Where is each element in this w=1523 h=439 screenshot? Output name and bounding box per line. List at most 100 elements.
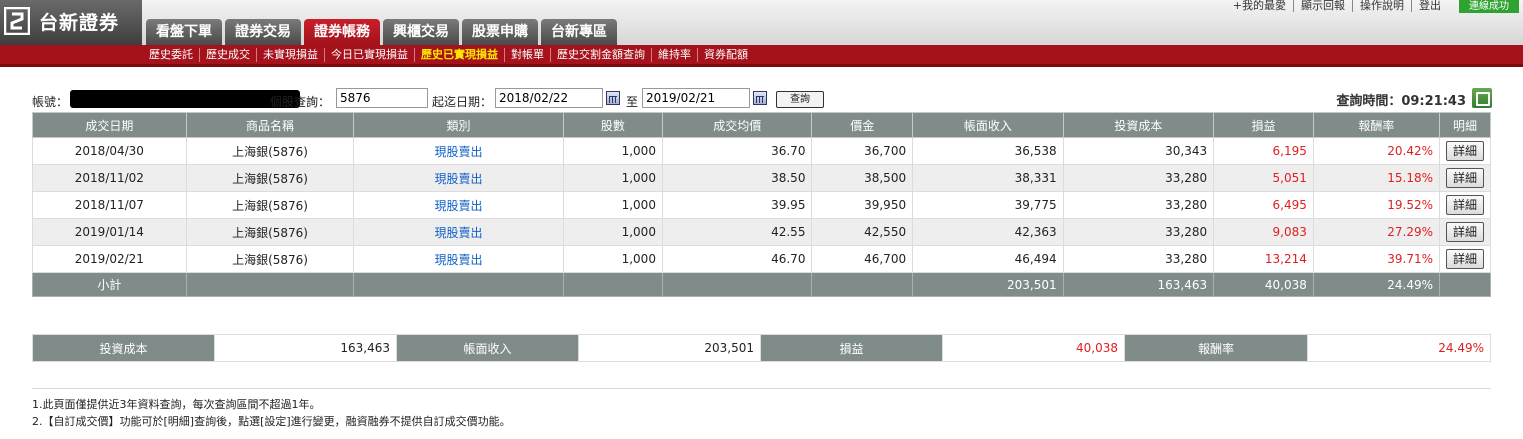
detail-button[interactable]: 詳細 xyxy=(1446,249,1484,269)
end-date-input[interactable] xyxy=(642,88,750,108)
tab-taishin-zone[interactable]: 台新專區 xyxy=(541,19,617,45)
end-calendar-icon[interactable] xyxy=(753,91,767,105)
subnav-statement[interactable]: 對帳單 xyxy=(505,48,551,62)
detail-cell: 詳細 xyxy=(1439,218,1491,246)
avg-price: 36.70 xyxy=(661,137,813,165)
book-income: 39,775 xyxy=(912,191,1064,219)
trade-type-link[interactable]: 現股賣出 xyxy=(353,218,564,246)
query-bar: 帳號： 個股查詢： 起迄日期： 至 查詢 查詢時間：09:21:43 xyxy=(32,88,1492,112)
excel-export-icon[interactable] xyxy=(1472,88,1492,108)
subtotal-return-rate: 24.49% xyxy=(1312,272,1441,297)
brand-area: 台新證券 xyxy=(0,0,142,45)
help-link[interactable]: 操作說明 xyxy=(1353,0,1412,12)
start-date-input[interactable] xyxy=(495,88,603,108)
subnav-history-trades[interactable]: 歷史成交 xyxy=(200,48,257,62)
account-redacted xyxy=(70,90,300,108)
start-calendar-icon[interactable] xyxy=(606,91,620,105)
book-income: 42,363 xyxy=(912,218,1064,246)
subtotal-pnl: 40,038 xyxy=(1213,272,1314,297)
product-name: 上海銀(5876) xyxy=(185,164,355,192)
divider xyxy=(32,388,1491,389)
investment-cost: 33,280 xyxy=(1062,191,1215,219)
trade-date: 2018/11/07 xyxy=(32,191,187,219)
subnav-settlement-query[interactable]: 歷史交割金額查詢 xyxy=(551,48,652,62)
pnl: 5,051 xyxy=(1213,164,1314,192)
summary-row: 投資成本 163,463 帳面收入 203,501 損益 40,038 報酬率 … xyxy=(32,334,1491,362)
detail-button[interactable]: 詳細 xyxy=(1446,222,1484,242)
col-detail: 明細 xyxy=(1439,112,1491,138)
detail-button[interactable]: 詳細 xyxy=(1446,168,1484,188)
return-rate: 20.42% xyxy=(1312,137,1441,165)
book-income: 46,494 xyxy=(912,245,1064,273)
table-header-row: 成交日期 商品名稱 類別 股數 成交均價 價金 帳面收入 投資成本 損益 報酬率… xyxy=(32,112,1491,138)
subnav-maintenance-ratio[interactable]: 維持率 xyxy=(652,48,698,62)
pnl: 13,214 xyxy=(1213,245,1314,273)
table-row: 2019/02/21 上海銀(5876) 現股賣出 1,000 46.70 46… xyxy=(32,245,1491,273)
summary-table: 投資成本 163,463 帳面收入 203,501 損益 40,038 報酬率 … xyxy=(32,334,1491,362)
tab-ipo-subscription[interactable]: 股票申購 xyxy=(462,19,538,45)
pnl: 6,195 xyxy=(1213,137,1314,165)
brand-name: 台新證券 xyxy=(39,12,120,34)
subtotal-label: 小計 xyxy=(32,272,187,297)
avg-price: 38.50 xyxy=(661,164,813,192)
tab-securities-account[interactable]: 證券帳務 xyxy=(304,19,380,45)
trade-type-link[interactable]: 現股賣出 xyxy=(353,245,564,273)
subnav-history-orders[interactable]: 歷史委託 xyxy=(143,48,200,62)
investment-cost: 30,343 xyxy=(1062,137,1215,165)
shares: 1,000 xyxy=(562,191,663,219)
amount: 39,950 xyxy=(811,191,914,219)
pnl: 6,495 xyxy=(1213,191,1314,219)
query-button[interactable]: 查詢 xyxy=(776,91,824,108)
summary-pnl-value: 40,038 xyxy=(942,334,1125,362)
sub-nav: 歷史委託 歷史成交 未實現損益 今日已實現損益 歷史已實現損益 對帳單 歷史交割… xyxy=(0,45,1523,67)
tab-securities-trading[interactable]: 證券交易 xyxy=(225,19,301,45)
detail-button[interactable]: 詳細 xyxy=(1446,141,1484,161)
product-name: 上海銀(5876) xyxy=(185,245,355,273)
tab-emerging-stock[interactable]: 興櫃交易 xyxy=(383,19,459,45)
stock-query-input[interactable] xyxy=(336,88,428,108)
add-favorite-link[interactable]: +我的最愛 xyxy=(1226,0,1294,12)
detail-cell: 詳細 xyxy=(1439,164,1491,192)
product-name: 上海銀(5876) xyxy=(185,137,355,165)
trade-type-link[interactable]: 現股賣出 xyxy=(353,137,564,165)
subnav-unrealized-pnl[interactable]: 未實現損益 xyxy=(257,48,325,62)
col-trade-date: 成交日期 xyxy=(32,112,187,138)
trade-type-link[interactable]: 現股賣出 xyxy=(353,191,564,219)
subnav-margin-quota[interactable]: 資券配額 xyxy=(698,48,754,62)
realized-pnl-table: 成交日期 商品名稱 類別 股數 成交均價 價金 帳面收入 投資成本 損益 報酬率… xyxy=(32,112,1491,297)
logout-link[interactable]: 登出 xyxy=(1412,0,1448,12)
col-book-income: 帳面收入 xyxy=(912,112,1064,138)
col-amount: 價金 xyxy=(811,112,914,138)
table-row: 2018/11/07 上海銀(5876) 現股賣出 1,000 39.95 39… xyxy=(32,191,1491,219)
shares: 1,000 xyxy=(562,218,663,246)
col-product: 商品名稱 xyxy=(185,112,355,138)
detail-button[interactable]: 詳細 xyxy=(1446,195,1484,215)
detail-cell: 詳細 xyxy=(1439,137,1491,165)
return-rate: 27.29% xyxy=(1312,218,1441,246)
query-time: 查詢時間：09:21:43 xyxy=(1336,94,1466,109)
return-rate: 15.18% xyxy=(1312,164,1441,192)
col-pnl: 損益 xyxy=(1213,112,1314,138)
tab-market-order[interactable]: 看盤下單 xyxy=(146,19,222,45)
subnav-history-realized-pnl[interactable]: 歷史已實現損益 xyxy=(415,48,505,62)
summary-income-value: 203,501 xyxy=(578,334,761,362)
summary-pnl-label: 損益 xyxy=(760,334,943,362)
summary-cost-label: 投資成本 xyxy=(32,334,215,362)
trade-type-link[interactable]: 現股賣出 xyxy=(353,164,564,192)
pnl: 9,083 xyxy=(1213,218,1314,246)
col-type: 類別 xyxy=(353,112,564,138)
show-reports-link[interactable]: 顯示回報 xyxy=(1294,0,1353,12)
to-label: 至 xyxy=(626,95,639,109)
trade-date: 2018/04/30 xyxy=(32,137,187,165)
app-header: 台新證券 看盤下單 證券交易 證券帳務 興櫃交易 股票申購 台新專區 +我的最愛… xyxy=(0,0,1523,45)
investment-cost: 33,280 xyxy=(1062,245,1215,273)
subtotal-investment-cost: 163,463 xyxy=(1062,272,1215,297)
amount: 46,700 xyxy=(811,245,914,273)
subtotal-book-income: 203,501 xyxy=(912,272,1064,297)
subnav-today-realized-pnl[interactable]: 今日已實現損益 xyxy=(325,48,415,62)
investment-cost: 33,280 xyxy=(1062,164,1215,192)
taishin-logo-icon xyxy=(4,7,30,35)
col-shares: 股數 xyxy=(562,112,663,138)
book-income: 36,538 xyxy=(912,137,1064,165)
summary-income-label: 帳面收入 xyxy=(396,334,579,362)
